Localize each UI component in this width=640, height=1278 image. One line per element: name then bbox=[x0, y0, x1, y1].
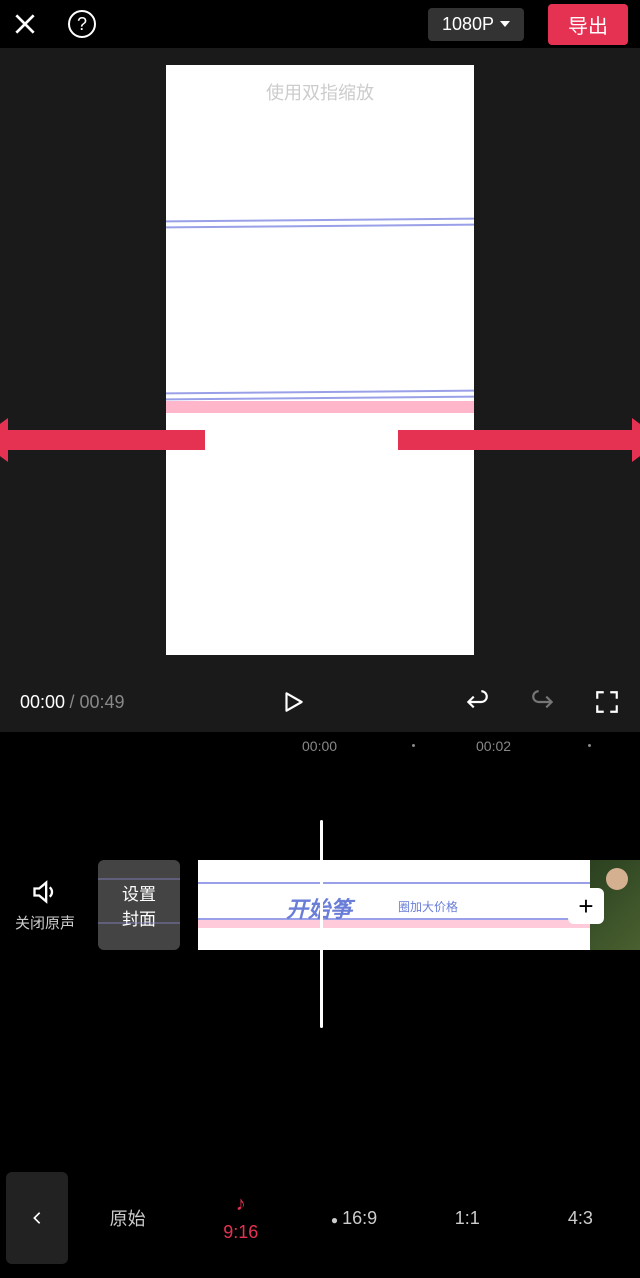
ratio-label: 4:3 bbox=[568, 1208, 593, 1229]
timeline-area[interactable]: 关闭原声 设置 封面 开始筝 圈加大价格 + bbox=[0, 760, 640, 1108]
ratio-original[interactable]: 原始 bbox=[74, 1172, 181, 1264]
play-icon bbox=[280, 687, 306, 717]
ratio-label: 1:1 bbox=[455, 1208, 480, 1229]
speaker-icon bbox=[29, 878, 61, 906]
top-bar: ? 1080P 导出 bbox=[0, 0, 640, 48]
play-button[interactable] bbox=[280, 687, 306, 717]
arrow-left-annotation bbox=[0, 430, 205, 450]
ratio-1-1[interactable]: 1:1 bbox=[414, 1172, 521, 1264]
time-display: 00:00 / 00:49 bbox=[20, 692, 125, 713]
playhead[interactable] bbox=[320, 820, 323, 1028]
mute-label: 关闭原声 bbox=[0, 912, 90, 933]
export-button[interactable]: 导出 bbox=[548, 4, 628, 45]
ratio-label: ●16:9 bbox=[331, 1208, 377, 1229]
preview-area[interactable]: 使用双指缩放 bbox=[0, 48, 640, 672]
playback-controls: 00:00 / 00:49 bbox=[0, 672, 640, 732]
fullscreen-button[interactable] bbox=[594, 689, 620, 715]
current-time: 00:00 bbox=[20, 692, 65, 712]
ratio-16-9[interactable]: ●16:9 bbox=[300, 1172, 407, 1264]
arrow-right-annotation bbox=[398, 430, 640, 450]
help-button[interactable]: ? bbox=[68, 10, 96, 38]
video-clip[interactable]: 开始筝 圈加大价格 + bbox=[198, 860, 640, 950]
fullscreen-icon bbox=[594, 689, 620, 715]
chevron-left-icon bbox=[29, 1205, 45, 1231]
resolution-label: 1080P bbox=[442, 14, 494, 35]
ruler-dot bbox=[588, 744, 591, 747]
circle-icon: ● bbox=[331, 1213, 338, 1227]
timeline-ruler[interactable]: 00:00 00:02 bbox=[0, 732, 640, 760]
redo-button[interactable] bbox=[528, 689, 558, 715]
set-cover-button[interactable]: 设置 封面 bbox=[98, 860, 180, 950]
pinch-hint: 使用双指缩放 bbox=[166, 79, 474, 105]
mute-toggle[interactable]: 关闭原声 bbox=[0, 878, 90, 933]
decoration-line-2 bbox=[166, 391, 474, 413]
music-note-icon: ♪ bbox=[236, 1193, 246, 1216]
chevron-down-icon bbox=[500, 21, 510, 27]
ruler-dot bbox=[412, 744, 415, 747]
undo-button[interactable] bbox=[462, 689, 492, 715]
ratio-9-16[interactable]: ♪ 9:16 bbox=[187, 1172, 294, 1264]
close-button[interactable] bbox=[12, 11, 44, 37]
add-clip-button[interactable]: + bbox=[568, 888, 604, 924]
decoration-line-1 bbox=[166, 219, 474, 227]
resolution-dropdown[interactable]: 1080P bbox=[428, 8, 524, 41]
undo-icon bbox=[462, 689, 492, 715]
ruler-mark: 00:00 bbox=[302, 738, 337, 754]
back-button[interactable] bbox=[6, 1172, 68, 1264]
aspect-ratio-bar: 原始 ♪ 9:16 ●16:9 1:1 4:3 bbox=[0, 1158, 640, 1278]
ratio-4-3[interactable]: 4:3 bbox=[527, 1172, 634, 1264]
close-icon bbox=[12, 11, 38, 37]
total-time: 00:49 bbox=[80, 692, 125, 712]
ratio-label: 原始 bbox=[110, 1205, 146, 1231]
video-canvas[interactable]: 使用双指缩放 bbox=[166, 65, 474, 655]
ruler-mark: 00:02 bbox=[476, 738, 511, 754]
redo-icon bbox=[528, 689, 558, 715]
clip-overlay-small: 圈加大价格 bbox=[398, 898, 458, 915]
help-icon: ? bbox=[77, 14, 87, 35]
ratio-label: 9:16 bbox=[223, 1222, 258, 1243]
clip-overlay-text: 开始筝 bbox=[286, 892, 352, 924]
